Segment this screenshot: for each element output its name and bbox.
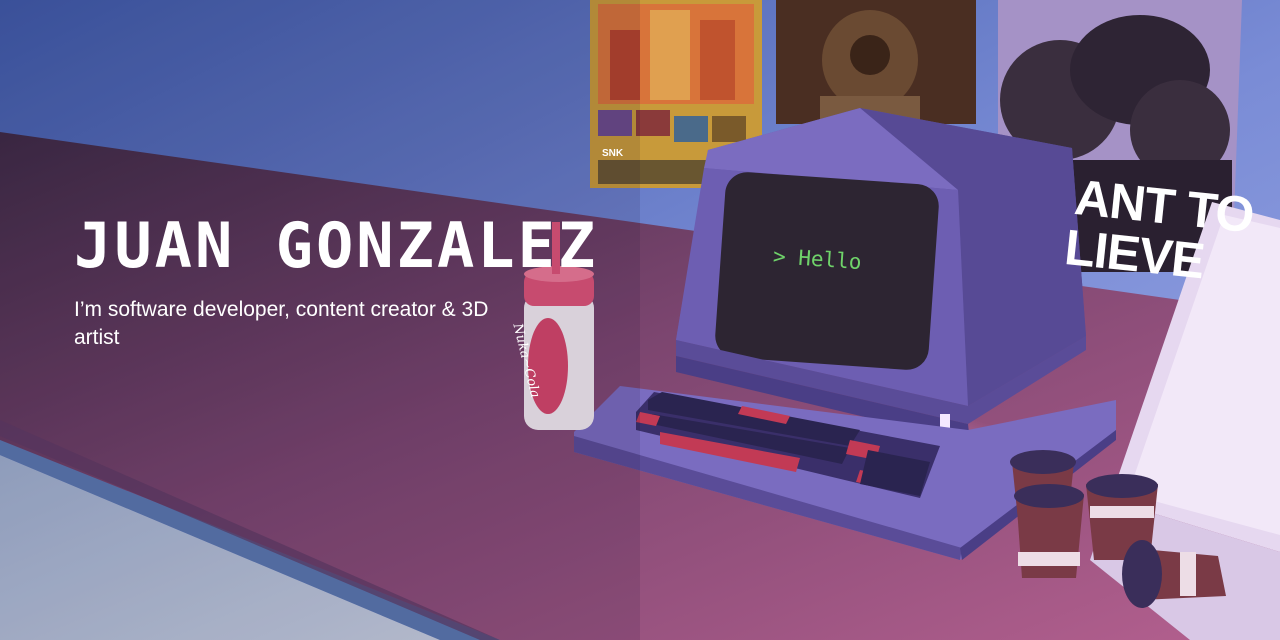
hero-text-block: JUAN GONZALEZ I’m software developer, co…: [74, 209, 599, 352]
hero-name: JUAN GONZALEZ: [74, 209, 599, 282]
hero-tagline: I’m software developer, content creator …: [74, 298, 489, 350]
hero-banner: SNK ANT TO LIEVE > Hello Nuka~Cola JUAN …: [0, 0, 1280, 640]
poster-logo: SNK: [602, 148, 624, 159]
poster-armor: [776, 0, 976, 124]
